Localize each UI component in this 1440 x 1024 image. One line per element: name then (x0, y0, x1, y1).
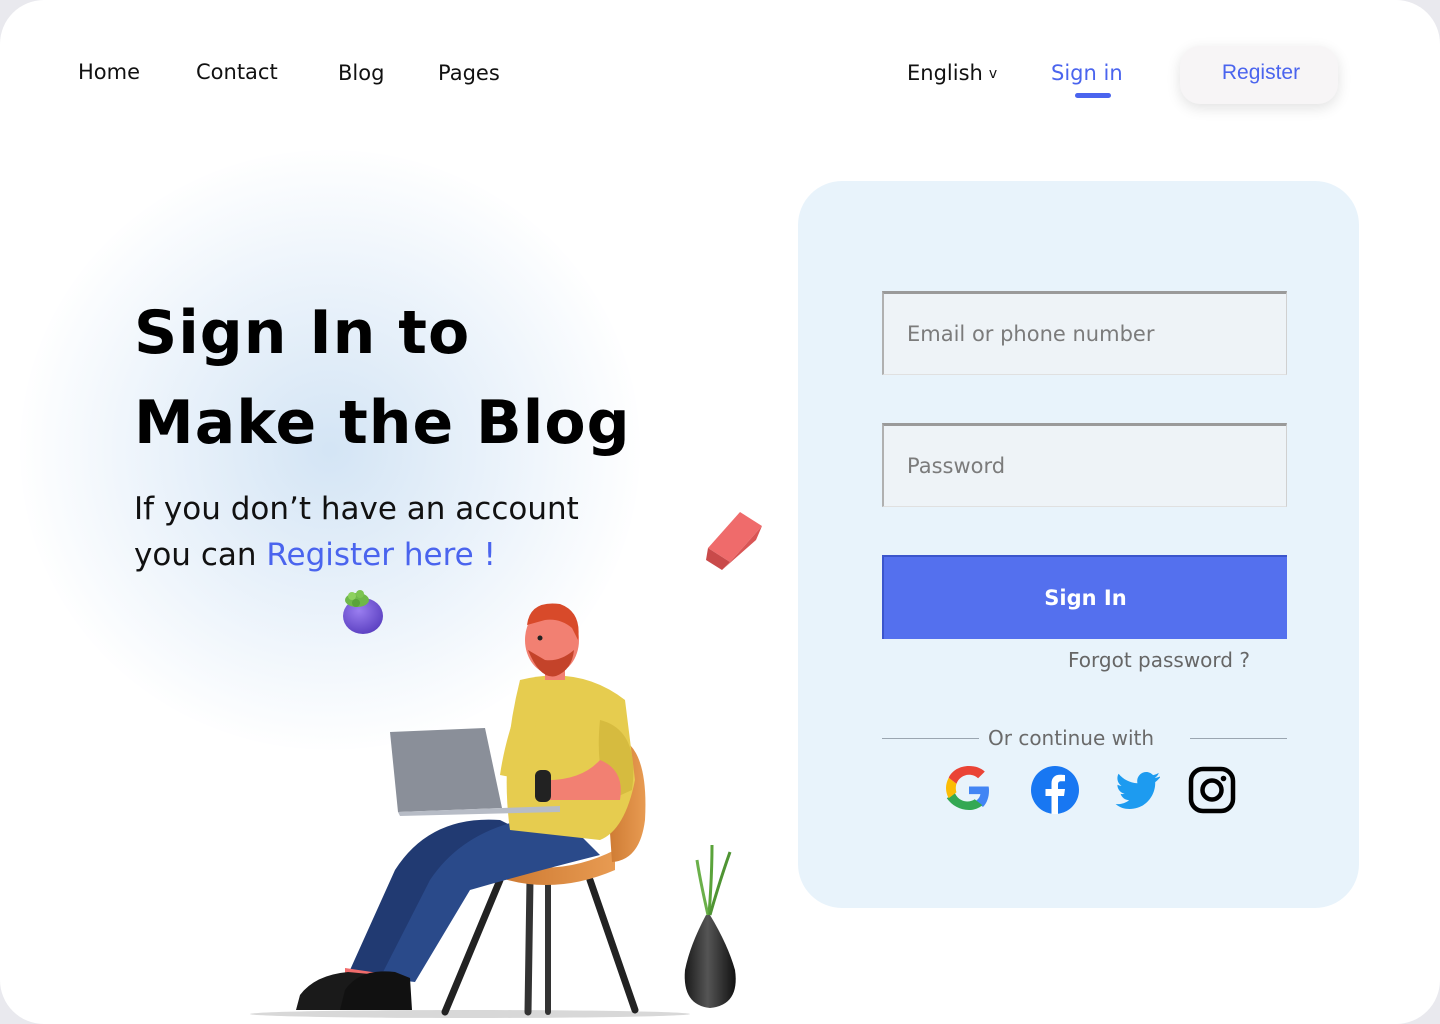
forgot-password-link[interactable]: Forgot password ? (1068, 648, 1250, 672)
page-frame: Home Contact Blog Pages English v Sign in… (0, 0, 1440, 1024)
hero-subtitle-line-1: If you don’t have an account (134, 491, 579, 527)
language-selector[interactable]: English v (907, 61, 997, 85)
google-icon[interactable] (945, 766, 993, 814)
email-input[interactable] (882, 291, 1287, 375)
twitter-icon[interactable] (1114, 766, 1162, 814)
person-torso (500, 675, 635, 840)
divider-left (882, 738, 979, 739)
nav-home-link[interactable]: Home (78, 60, 140, 84)
hero-subtitle-prefix: you can (134, 537, 267, 573)
hero-title-line-1: Sign In to (134, 298, 471, 368)
nav-signin-link[interactable]: Sign in (1051, 61, 1123, 85)
or-continue-label: Or continue with (988, 726, 1155, 750)
password-input[interactable] (882, 423, 1287, 507)
nav-register-button[interactable]: Register (1180, 46, 1338, 104)
language-label: English (907, 61, 983, 85)
active-tab-indicator (1075, 93, 1111, 98)
instagram-icon[interactable] (1188, 766, 1236, 814)
chevron-down-icon: v (988, 66, 998, 82)
register-here-link[interactable]: Register here ! (266, 537, 496, 573)
facebook-icon[interactable] (1031, 766, 1079, 814)
signin-submit-button[interactable]: Sign In (882, 555, 1287, 639)
nav-blog-link[interactable]: Blog (338, 61, 384, 85)
nav-pages-link[interactable]: Pages (438, 61, 500, 85)
person-arm (540, 760, 621, 800)
divider-right (1190, 738, 1287, 739)
watch-icon (535, 770, 551, 802)
nav-contact-link[interactable]: Contact (196, 60, 278, 84)
hero-title: Sign In to Make the Blog (134, 288, 631, 468)
hero-title-line-2: Make the Blog (134, 388, 631, 458)
person-legs (296, 815, 600, 1010)
chair (441, 734, 646, 1016)
hero-subtitle: If you don’t have an account you can Reg… (134, 486, 579, 578)
floating-block-icon (706, 512, 762, 570)
vase-plant-icon (684, 844, 736, 1008)
laptop-icon (390, 728, 560, 816)
